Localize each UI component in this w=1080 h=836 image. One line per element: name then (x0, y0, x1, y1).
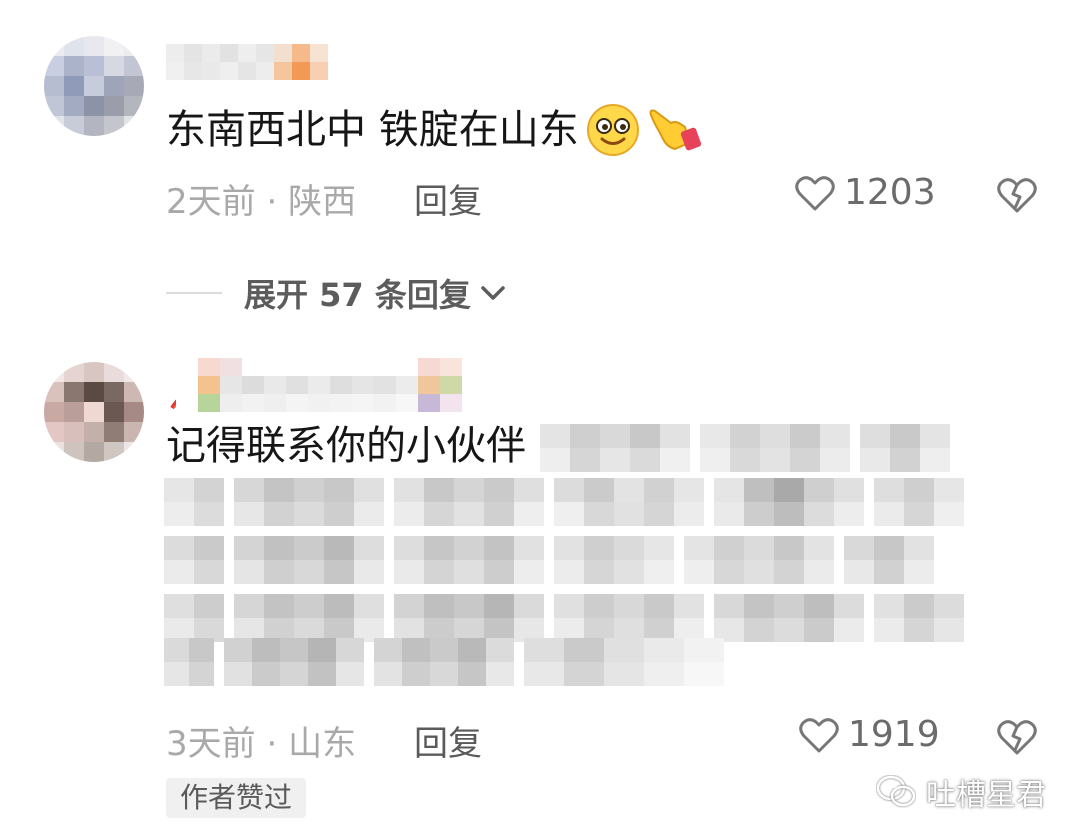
heart-outline-icon (795, 175, 835, 210)
comment-1-text-content: 东南西北中 铁腚在山东 (166, 107, 579, 153)
comment-2-time: 3天前 (166, 724, 256, 764)
smiling-face-emoji-icon (586, 104, 639, 156)
comment-2-text-content: 记得联系你的小伙伴 (166, 423, 526, 469)
meta-separator: · (266, 724, 278, 764)
comment-2-reply-button[interactable]: 回复 (414, 716, 482, 765)
comment-1-text: 东南西北中 铁腚在山东 (166, 102, 705, 158)
comment-1-reply-button[interactable]: 回复 (414, 174, 482, 223)
comment-2-location: 山东 (288, 724, 357, 764)
wechat-icon (876, 775, 916, 807)
comment-1-location: 陕西 (288, 182, 357, 222)
pointing-hand-emoji-icon (649, 109, 701, 151)
comment-1-like-count: 1203 (844, 172, 936, 213)
expand-divider-line (166, 292, 222, 294)
heart-outline-icon (799, 717, 839, 752)
expand-replies-label: 展开 57 条回复 (244, 276, 471, 314)
comment-1-meta: 2天前 · 陕西 (166, 174, 356, 223)
author-liked-badge: 作者赞过 (166, 778, 307, 818)
comment-1-username-blurred[interactable] (166, 44, 328, 80)
meta-separator: · (266, 182, 278, 222)
comment-2-blurred-line-2 (164, 478, 964, 526)
comment-2-blurred-line-3 (164, 536, 934, 584)
comment-1-time: 2天前 (166, 182, 256, 222)
comment-1-like-button[interactable]: 1203 (794, 172, 936, 213)
expand-replies-button[interactable]: 展开 57 条回复 (166, 270, 507, 316)
comment-2-like-count: 1919 (848, 714, 940, 755)
comment-2-like-button[interactable]: 1919 (798, 714, 940, 755)
comment-2-blurred-line-4 (164, 594, 964, 642)
watermark: 吐槽星君 (876, 770, 1046, 814)
comment-2-username-blurred[interactable] (166, 358, 462, 412)
dislike-broken-heart-icon[interactable] (996, 174, 1038, 216)
comment-2-blurred-line-1 (540, 424, 950, 472)
comment-2-meta: 3天前 · 山东 (166, 716, 356, 765)
comment-2-blurred-line-5 (164, 638, 724, 686)
chevron-down-icon (481, 286, 505, 300)
comment-1-avatar[interactable] (44, 36, 144, 136)
comment-2-avatar[interactable] (44, 362, 144, 462)
comment-2-text: 记得联系你的小伙伴 (166, 422, 526, 470)
dislike-broken-heart-icon[interactable] (996, 716, 1038, 758)
watermark-text: 吐槽星君 (926, 778, 1046, 813)
